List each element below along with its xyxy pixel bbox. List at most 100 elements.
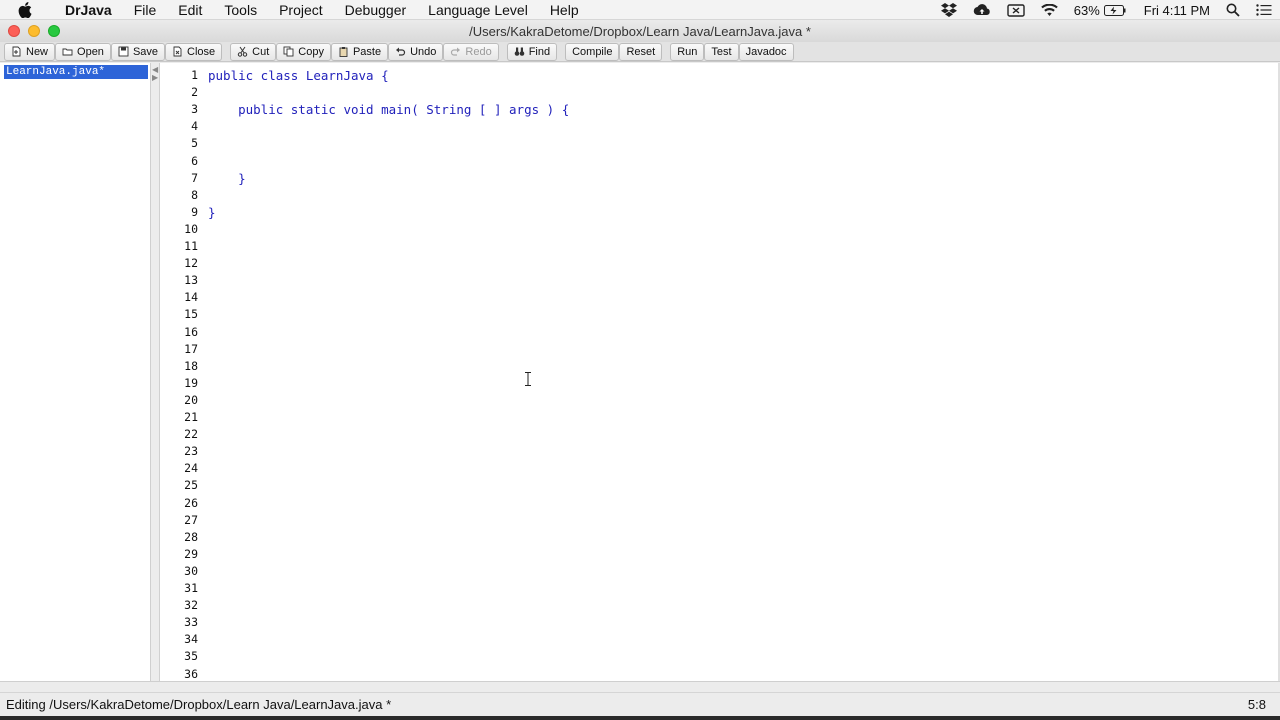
code-text[interactable] [198,443,208,460]
code-text[interactable] [198,84,208,101]
window-zoom-button[interactable] [48,25,60,37]
code-text[interactable] [198,563,208,580]
code-line[interactable]: 13 [160,272,208,289]
code-text[interactable] [198,409,208,426]
save-button[interactable]: Save [110,42,166,61]
code-line[interactable]: 33 [160,614,208,631]
expand-right-icon[interactable]: ▶ [152,73,158,82]
code-text[interactable]: public class LearnJava { [198,67,389,84]
code-editor[interactable]: 1 public class LearnJava {2 3 public stati… [160,63,1278,681]
code-text[interactable] [198,324,208,341]
code-text[interactable] [198,255,208,272]
code-line[interactable]: 26 [160,495,208,512]
close-button[interactable]: Close [165,42,223,61]
code-text[interactable] [198,529,208,546]
find-button[interactable]: Find [506,42,558,61]
pane-splitter[interactable]: ◀ ▶ [151,63,160,681]
code-text[interactable] [198,341,208,358]
code-line[interactable]: 14 [160,289,208,306]
code-text[interactable] [198,135,208,152]
code-line[interactable]: 18 [160,358,208,375]
window-close-button[interactable] [8,25,20,37]
code-text[interactable] [198,187,208,204]
code-line[interactable]: 2 [160,84,208,101]
code-text[interactable] [198,153,208,170]
dropbox-icon[interactable] [940,3,957,17]
code-line[interactable]: 35 [160,648,208,665]
menu-help[interactable]: Help [539,0,590,20]
code-line[interactable]: 8 [160,187,208,204]
code-line[interactable]: 29 [160,546,208,563]
code-line[interactable]: 31 [160,580,208,597]
code-text[interactable] [198,392,208,409]
battery-icon[interactable] [1103,4,1126,16]
menu-file[interactable]: File [123,0,168,20]
code-line[interactable]: 1 public class LearnJava { [160,67,389,84]
code-line[interactable]: 32 [160,597,208,614]
test-button[interactable]: Test [704,42,739,61]
apple-icon[interactable] [18,1,42,18]
code-text[interactable] [198,306,208,323]
menu-app-name[interactable]: DrJava [54,0,123,20]
code-line[interactable]: 4 [160,118,208,135]
code-text[interactable] [198,460,208,477]
spotlight-search-icon[interactable] [1226,3,1240,17]
horizontal-splitter[interactable] [0,681,1280,692]
code-text[interactable] [198,631,208,648]
code-text[interactable] [198,375,208,392]
code-line[interactable]: 7 } [160,170,246,187]
code-line[interactable]: 22 [160,426,208,443]
code-text[interactable] [198,221,208,238]
code-line[interactable]: 30 [160,563,208,580]
run-button[interactable]: Run [670,42,705,61]
code-line[interactable]: 19 [160,375,208,392]
code-line[interactable]: 25 [160,477,208,494]
compile-button[interactable]: Compile [565,42,620,61]
document-item-learnjava[interactable]: LearnJava.java* [4,65,148,79]
code-line[interactable]: 9} [160,204,216,221]
menu-language-level[interactable]: Language Level [417,0,539,20]
code-text[interactable] [198,495,208,512]
code-text[interactable] [198,614,208,631]
code-text[interactable] [198,512,208,529]
code-text[interactable] [198,666,208,682]
code-text[interactable]: } [198,204,216,221]
code-line[interactable]: 24 [160,460,208,477]
code-text[interactable]: } [198,170,246,187]
menu-tools[interactable]: Tools [213,0,268,20]
code-line[interactable]: 11 [160,238,208,255]
code-text[interactable] [198,289,208,306]
code-line[interactable]: 5 [160,135,208,152]
wifi-icon[interactable] [1040,3,1058,17]
code-line[interactable]: 21 [160,409,208,426]
copy-button[interactable]: Copy [276,42,331,61]
code-text[interactable] [198,118,208,135]
cloud-upload-icon[interactable] [973,3,991,17]
code-line[interactable]: 27 [160,512,208,529]
code-line[interactable]: 34 [160,631,208,648]
code-line[interactable]: 15 [160,306,208,323]
code-text[interactable] [198,648,208,665]
code-line[interactable]: 10 [160,221,208,238]
menu-project[interactable]: Project [268,0,334,20]
undo-button[interactable]: Undo [388,42,444,61]
menu-debugger[interactable]: Debugger [334,0,418,20]
code-text[interactable]: public static void main( String [ ] args… [198,101,569,118]
code-line[interactable]: 6 [160,153,208,170]
code-text[interactable] [198,546,208,563]
paste-button[interactable]: Paste [330,42,389,61]
clock[interactable]: Fri 4:11 PM [1144,3,1210,18]
javadoc-button[interactable]: Javadoc [738,42,794,61]
notification-center-icon[interactable] [1256,4,1272,16]
reset-button[interactable]: Reset [619,42,663,61]
code-line[interactable]: 16 [160,324,208,341]
code-line[interactable]: 20 [160,392,208,409]
code-line[interactable]: 17 [160,341,208,358]
code-text[interactable] [198,238,208,255]
code-line[interactable]: 28 [160,529,208,546]
screen-record-icon[interactable] [1007,3,1025,17]
code-line[interactable]: 3 public static void main( String [ ] ar… [160,101,569,118]
code-text[interactable] [198,477,208,494]
code-text[interactable] [198,597,208,614]
menu-edit[interactable]: Edit [167,0,213,20]
